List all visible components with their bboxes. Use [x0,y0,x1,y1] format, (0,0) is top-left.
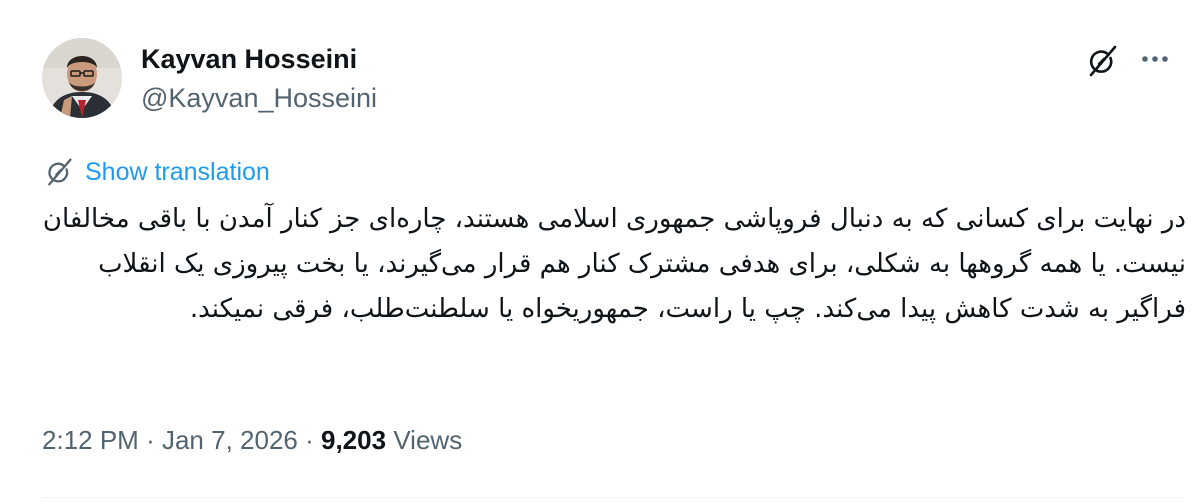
views-count: 9,203 [321,425,387,455]
grok-icon[interactable] [1085,44,1119,78]
tweet-card: Kayvan Hosseini @Kayvan_Hosseini Show tr… [0,0,1202,504]
more-options-icon[interactable] [1137,44,1173,74]
views-label: Views [393,425,463,455]
meta-separator: · [305,425,314,455]
author-name[interactable]: Kayvan Hosseini [141,42,357,76]
meta-separator: · [146,425,155,455]
translate-icon [44,157,74,187]
tweet-date[interactable]: Jan 7, 2026 [162,425,298,455]
divider [42,497,1184,498]
tweet-time[interactable]: 2:12 PM [42,425,139,455]
avatar[interactable] [42,38,122,118]
avatar-photo [42,38,122,118]
author-handle[interactable]: @Kayvan_Hosseini [141,81,377,115]
tweet-meta: 2:12 PM · Jan 7, 2026 · 9,203 Views [42,422,462,458]
tweet-text: در نهایت برای کسانی که به دنبال فروپاشی … [42,204,1186,324]
translate-row[interactable]: Show translation [44,156,270,188]
show-translation-link[interactable]: Show translation [85,157,270,187]
